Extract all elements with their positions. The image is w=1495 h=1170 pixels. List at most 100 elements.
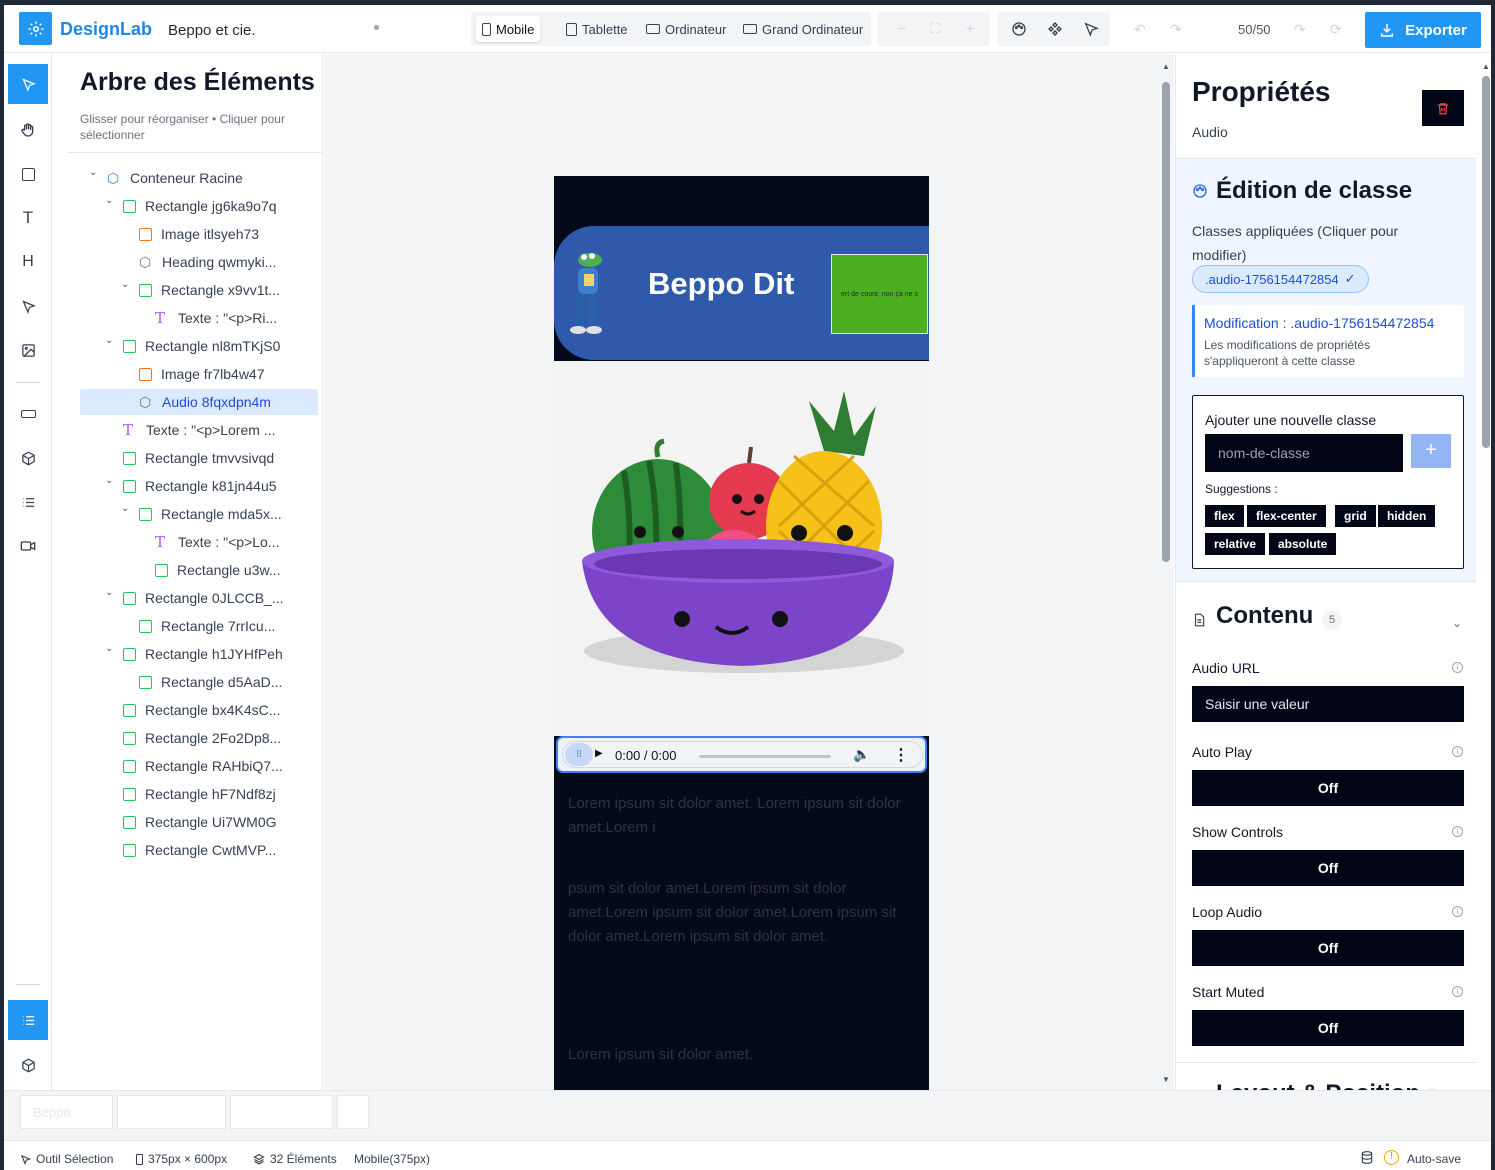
undo-icon[interactable]: ↶ [1134, 21, 1146, 38]
delete-button[interactable] [1422, 90, 1464, 126]
tree-node[interactable]: Image itlsyeh73 [139, 221, 259, 247]
chevron-down-icon[interactable]: ⌄ [105, 335, 113, 346]
canvas-scrollbar[interactable]: ▲ ▼ [1161, 62, 1171, 1092]
suggestion-relative[interactable]: relative [1205, 533, 1266, 555]
tree-node[interactable]: Rectangle 2Fo2Dp8... [123, 725, 281, 751]
rectangle-tool-button[interactable] [8, 154, 48, 194]
tree-node[interactable]: Rectangle nl8mTKjS0 [123, 333, 280, 359]
list-tool-button[interactable] [8, 482, 48, 522]
tree-node[interactable]: Rectangle 0JLCCB_... [123, 585, 284, 611]
tree-node[interactable]: Rectangle x9vv1t... [139, 277, 280, 303]
mobile-preview[interactable]: Beppo Dit ert de courir, non ça ne s ⠿ ▶… [554, 176, 929, 1091]
audio-url-input[interactable]: Saisir une valeur [1192, 686, 1464, 722]
fruit-bowl-image[interactable] [554, 361, 929, 736]
class-chip[interactable]: .audio-1756154472854 ✓ [1192, 265, 1369, 293]
scroll-down-icon[interactable]: ▼ [1162, 1075, 1170, 1084]
tree-node[interactable]: T Texte : "<p>Ri... [155, 305, 277, 331]
device-large-desktop-button[interactable]: Grand Ordinateur [737, 16, 869, 42]
lorem-paragraph[interactable]: Lorem ipsum sit dolor amet. [568, 1043, 918, 1067]
lorem-paragraph[interactable]: psum sit dolor amet.Lorem ipsum sit dolo… [568, 877, 918, 949]
more-options-icon[interactable]: ⋮ [893, 745, 909, 765]
component-tool-button[interactable] [8, 438, 48, 478]
scroll-up-icon[interactable]: ▲ [1482, 62, 1490, 71]
volume-icon[interactable]: 🔈 [853, 746, 870, 763]
info-icon[interactable]: i [1452, 746, 1463, 757]
chevron-down-icon[interactable]: ⌄ [105, 643, 113, 654]
project-name[interactable]: Beppo et cie. [168, 22, 256, 39]
scroll-up-icon[interactable]: ▲ [1162, 62, 1170, 71]
fit-screen-icon[interactable]: ⛶ [930, 20, 940, 37]
export-button[interactable]: Exporter [1365, 12, 1481, 48]
green-text-box[interactable]: ert de courir, non ça ne s [831, 254, 928, 334]
tree-node[interactable]: Rectangle mda5x... [139, 501, 282, 527]
tree-node[interactable]: ⬡ Conteneur Racine [107, 165, 243, 191]
text-tool-button[interactable]: T [8, 198, 48, 238]
props-scroll-thumb[interactable] [1482, 76, 1490, 448]
pointer-icon[interactable] [1083, 21, 1099, 37]
redo-icon[interactable]: ↷ [1170, 21, 1182, 38]
add-page-tab[interactable] [337, 1095, 369, 1129]
settings-logo-icon[interactable] [19, 12, 52, 45]
info-icon[interactable]: i [1452, 986, 1463, 997]
device-mobile-button[interactable]: Mobile [476, 16, 541, 42]
scroll-thumb[interactable] [1162, 82, 1170, 562]
suggestion-hidden[interactable]: hidden [1378, 505, 1436, 527]
tree-node[interactable]: Rectangle h1JYHfPeh [123, 641, 283, 667]
tree-node[interactable]: Rectangle Ui7WM0G [123, 809, 277, 835]
add-class-button[interactable]: + [1411, 434, 1451, 468]
tree-node[interactable]: Rectangle RAHbiQ7... [123, 753, 283, 779]
tree-node[interactable]: Rectangle jg6ka9o7q [123, 193, 277, 219]
page-tab-empty[interactable] [117, 1095, 226, 1129]
tree-node[interactable]: ⬡ Heading qwmyki... [139, 249, 276, 275]
play-icon[interactable]: ▶ [595, 748, 603, 759]
tree-node[interactable]: T Texte : "<p>Lo... [155, 529, 279, 555]
chevron-down-icon[interactable]: ⌄ [121, 279, 129, 290]
info-icon[interactable]: i [1452, 826, 1463, 837]
start-muted-toggle[interactable]: Off [1192, 1010, 1464, 1046]
layout-section-title[interactable]: Layout & Position [1216, 1080, 1420, 1090]
tree-node[interactable]: Rectangle 7rrIcu... [139, 613, 275, 639]
layers-panel-button[interactable] [8, 1000, 48, 1040]
tree-node[interactable]: Image fr7lb4w47 [139, 361, 265, 387]
audio-player[interactable]: ⠿ ▶ 0:00 / 0:00 🔈 ⋮ [556, 736, 927, 773]
lorem-paragraph[interactable]: Lorem ipsum sit dolor amet. Lorem ipsum … [568, 792, 918, 840]
chevron-down-icon[interactable]: ⌄ [105, 475, 113, 486]
tree-node[interactable]: Rectangle hF7Ndf8zj [123, 781, 276, 807]
zoom-in-icon[interactable]: + [966, 20, 974, 36]
chevron-down-icon[interactable]: ⌄ [1452, 616, 1462, 630]
page-tab-empty[interactable] [230, 1095, 333, 1129]
input-tool-button[interactable] [8, 394, 48, 434]
show-controls-toggle[interactable]: Off [1192, 850, 1464, 886]
device-desktop-button[interactable]: Ordinateur [640, 16, 732, 42]
heading-tool-button[interactable]: H [8, 242, 48, 282]
components-panel-button[interactable] [8, 1045, 48, 1085]
class-name-input[interactable]: nom-de-classe [1205, 434, 1403, 472]
tree-node[interactable]: Rectangle bx4K4sC... [123, 697, 280, 723]
chevron-down-icon[interactable]: ⌄ [89, 167, 97, 178]
chevron-down-icon[interactable]: ⌄ [121, 503, 129, 514]
tree-node[interactable]: T Texte : "<p>Lorem ... [123, 417, 275, 443]
tree-node[interactable]: Rectangle CwtMVP... [123, 837, 276, 863]
page-tab[interactable]: Beppo [20, 1095, 113, 1129]
palette-icon[interactable] [1011, 21, 1027, 37]
hand-tool-button[interactable] [8, 110, 48, 150]
chevron-down-icon[interactable]: ⌄ [105, 195, 113, 206]
info-icon[interactable]: i [1452, 662, 1463, 673]
autosave-label[interactable]: Auto-save [1407, 1152, 1461, 1166]
chevron-down-icon[interactable]: ⌄ [105, 587, 113, 598]
suggestion-absolute[interactable]: absolute [1269, 533, 1337, 555]
zoom-out-icon[interactable]: − [898, 20, 906, 36]
loop-audio-toggle[interactable]: Off [1192, 930, 1464, 966]
content-section-title[interactable]: Contenu [1216, 602, 1313, 630]
image-tool-button[interactable] [8, 330, 48, 370]
tree-node[interactable]: ⬡ Audio 8fqxdpn4m [80, 389, 318, 415]
video-tool-button[interactable] [8, 526, 48, 566]
suggestion-grid[interactable]: grid [1335, 505, 1376, 527]
device-tablet-button[interactable]: Tablette [560, 16, 634, 42]
tree-node[interactable]: Rectangle u3w... [155, 557, 281, 583]
audio-progress-track[interactable] [699, 755, 831, 758]
history-forward-icon[interactable]: ↷ [1294, 21, 1306, 38]
suggestion-flex[interactable]: flex [1205, 505, 1244, 527]
info-icon[interactable]: i [1452, 906, 1463, 917]
component-icon[interactable] [1047, 21, 1063, 37]
